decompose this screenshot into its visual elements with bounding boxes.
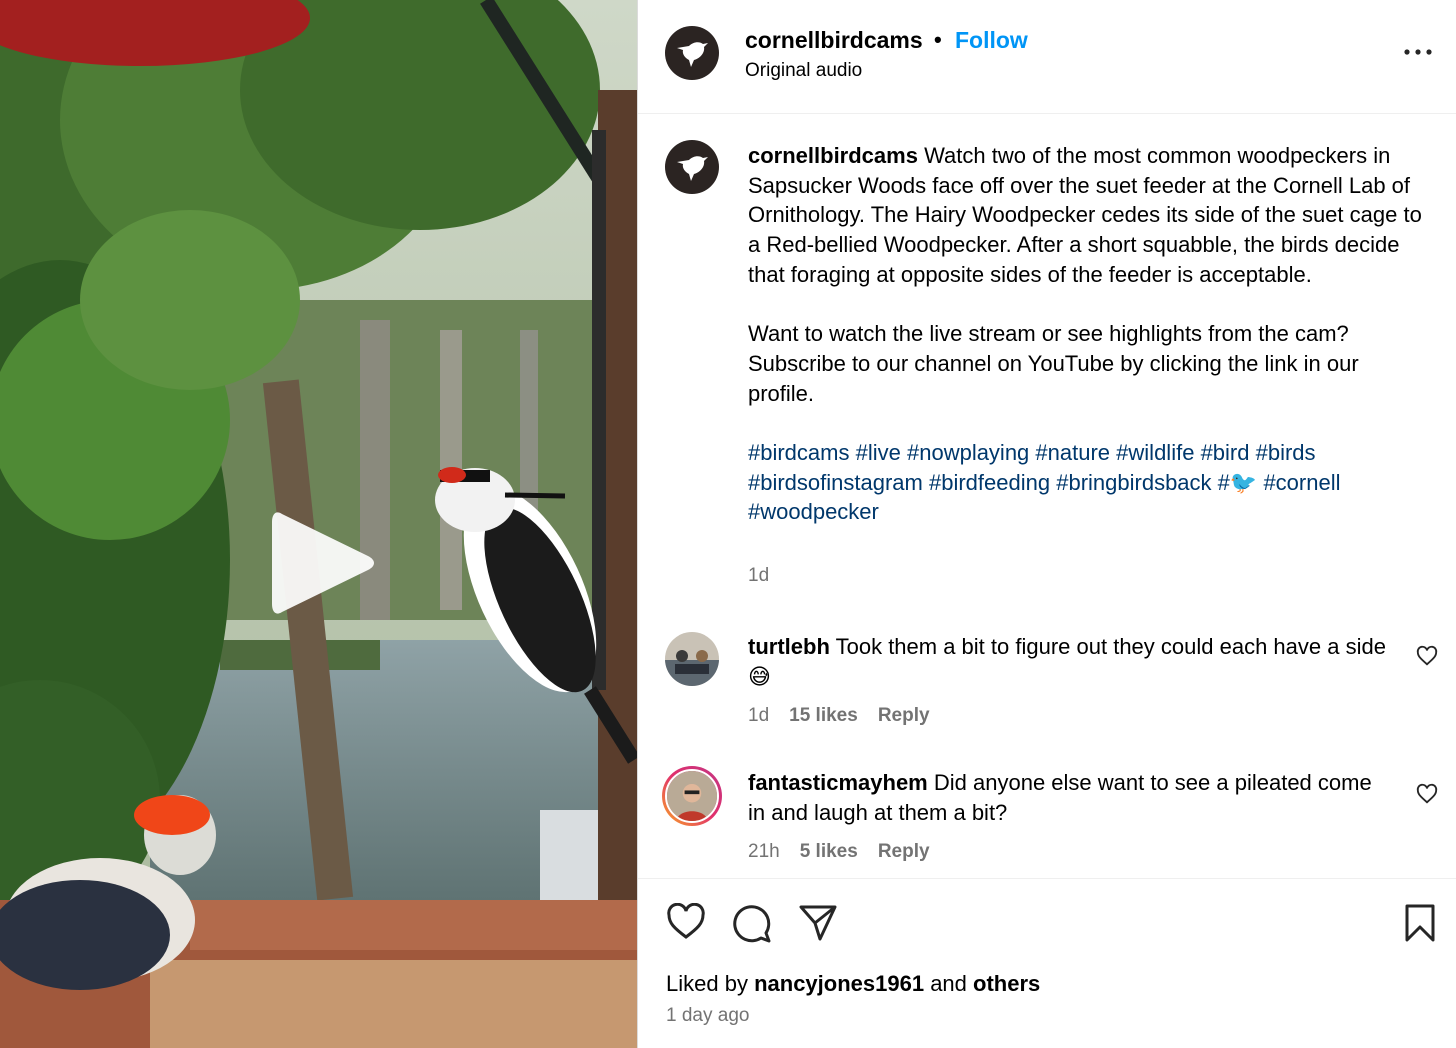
- caption-text: cornellbirdcams Watch two of the most co…: [748, 141, 1423, 527]
- comment-time[interactable]: 21h: [748, 841, 780, 863]
- hashtag[interactable]: #birdfeeding: [929, 470, 1050, 495]
- comment-icon[interactable]: [732, 903, 772, 943]
- liked-by-prefix: Liked by: [666, 971, 748, 996]
- bookmark-icon[interactable]: [1404, 903, 1436, 943]
- separator-dot: •: [934, 27, 942, 52]
- comment-username[interactable]: turtlebh: [748, 634, 830, 659]
- hashtag[interactable]: #nature: [1035, 440, 1110, 465]
- caption-author-avatar[interactable]: [665, 140, 719, 194]
- hashtag[interactable]: #bird: [1201, 440, 1250, 465]
- comment-username[interactable]: fantasticmayhem: [748, 770, 928, 795]
- post-header: cornellbirdcams • Follow Original audio: [638, 0, 1456, 114]
- post-side-panel: cornellbirdcams • Follow Original audio …: [637, 0, 1456, 1048]
- liked-by-summary: Liked by nancyjones1961 and others: [666, 971, 1040, 997]
- comment-meta: 21h 5 likes Reply: [748, 841, 930, 863]
- hummingbird-logo-icon: [677, 42, 708, 67]
- reply-button[interactable]: Reply: [878, 841, 930, 863]
- play-icon[interactable]: [270, 508, 376, 618]
- share-icon[interactable]: [798, 903, 838, 943]
- hashtag[interactable]: #birdsofinstagram: [748, 470, 923, 495]
- hashtag[interactable]: #nowplaying: [907, 440, 1029, 465]
- post-date[interactable]: 1 day ago: [666, 1005, 749, 1027]
- audio-label[interactable]: Original audio: [745, 60, 862, 82]
- liked-by-and: and: [930, 971, 967, 996]
- comment-text: Took them a bit to figure out they could…: [748, 634, 1386, 689]
- heart-icon[interactable]: [1416, 783, 1438, 805]
- follow-button[interactable]: Follow: [955, 27, 1028, 54]
- heart-icon[interactable]: [1416, 645, 1438, 667]
- instagram-post-view: cornellbirdcams • Follow Original audio …: [0, 0, 1456, 1048]
- author-avatar[interactable]: [665, 26, 719, 80]
- heart-icon[interactable]: [666, 903, 706, 941]
- post-video[interactable]: [0, 0, 637, 1048]
- reply-button[interactable]: Reply: [878, 705, 930, 727]
- hashtag[interactable]: #bringbirdsback: [1056, 470, 1211, 495]
- hashtag-list: #birdcams #live #nowplaying #nature #wil…: [748, 438, 1423, 527]
- caption-username[interactable]: cornellbirdcams: [748, 143, 918, 168]
- comment-likes[interactable]: 15 likes: [789, 705, 858, 727]
- commenter-avatar[interactable]: [665, 632, 719, 686]
- hashtag[interactable]: #woodpecker: [748, 499, 879, 524]
- hashtag[interactable]: #live: [856, 440, 901, 465]
- hashtag[interactable]: #wildlife: [1116, 440, 1194, 465]
- commenter-avatar: [665, 769, 719, 823]
- hashtag[interactable]: #birdcams: [748, 440, 849, 465]
- comment-body: turtlebh Took them a bit to figure out t…: [748, 632, 1388, 692]
- hummingbird-logo-icon: [677, 156, 708, 181]
- comment-time[interactable]: 1d: [748, 705, 769, 727]
- hashtag[interactable]: #🐦: [1218, 470, 1258, 495]
- author-username[interactable]: cornellbirdcams: [745, 27, 923, 54]
- hashtag[interactable]: #cornell: [1263, 470, 1340, 495]
- story-ring[interactable]: [662, 766, 722, 826]
- comment-body: fantasticmayhem Did anyone else want to …: [748, 768, 1388, 828]
- liked-by-username[interactable]: nancyjones1961: [754, 971, 924, 996]
- caption-timestamp[interactable]: 1d: [748, 565, 769, 587]
- comment-likes[interactable]: 5 likes: [800, 841, 858, 863]
- liked-by-others[interactable]: others: [973, 971, 1040, 996]
- hashtag[interactable]: #birds: [1256, 440, 1316, 465]
- comment-meta: 1d 15 likes Reply: [748, 705, 930, 727]
- caption-paragraph-2: Want to watch the live stream or see hig…: [748, 321, 1359, 406]
- more-options-icon[interactable]: [1402, 40, 1434, 64]
- post-action-bar: Liked by nancyjones1961 and others 1 day…: [638, 878, 1456, 1048]
